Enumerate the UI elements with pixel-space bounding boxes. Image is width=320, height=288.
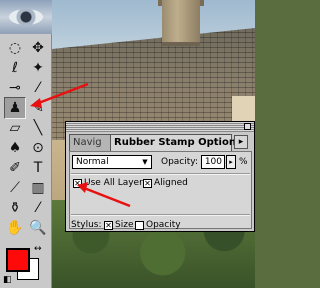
- toolbox-header[interactable]: [0, 0, 52, 34]
- paintbrush-icon: ⁄: [36, 80, 40, 96]
- foreground-color-swatch[interactable]: [6, 248, 30, 272]
- eyedropper-icon: ⁄: [36, 200, 40, 216]
- stylus-opacity-label: Opacity: [146, 220, 181, 230]
- palette-menu-button[interactable]: ▸: [234, 135, 248, 149]
- stylus-size-label: Size: [115, 220, 134, 230]
- rubber-stamp-icon: ♟: [8, 100, 22, 116]
- default-colors-icon[interactable]: ◧: [3, 275, 12, 285]
- line-icon: ╲: [33, 120, 43, 136]
- palette-close-button[interactable]: [244, 123, 251, 130]
- tab-rubber-stamp-options[interactable]: Rubber Stamp Options: [110, 134, 242, 151]
- stylus-size-checkbox[interactable]: ✕: [104, 221, 113, 230]
- zoom-tool[interactable]: 🔍: [27, 217, 49, 239]
- magic-wand-tool[interactable]: ✦: [27, 57, 49, 79]
- stylus-label: Stylus:: [71, 220, 102, 230]
- line-tool[interactable]: ╲: [27, 117, 49, 139]
- marquee-tool[interactable]: ◌: [4, 37, 26, 59]
- paint-bucket-icon: ⚱: [9, 200, 21, 216]
- hand-icon: ✋: [6, 220, 24, 236]
- toolbox: ◌ ✥ ℓ ✦ ⊸ ⁄ ♟ ✎ ▱ ╲ ♠ ⊙ ✐ T ⟋ ▥ ⚱ ⁄ ✋ 🔍 ↔ ◧: [0, 0, 52, 288]
- opacity-input[interactable]: 100: [201, 155, 225, 169]
- divider: [71, 173, 250, 175]
- pen-icon: ♠: [8, 140, 22, 156]
- hand-tool[interactable]: ✋: [4, 217, 26, 239]
- aligned-checkbox[interactable]: ✕: [143, 179, 152, 188]
- airbrush-icon: ⊸: [9, 80, 21, 96]
- dropdown-arrow-icon: ▼: [142, 158, 148, 166]
- swap-colors-icon[interactable]: ↔: [34, 244, 42, 254]
- rubber-stamp-options-palette: Navig Rubber Stamp Options ▸ Normal ▼ Op…: [65, 121, 255, 232]
- eye-icon: [9, 9, 43, 25]
- move-tool[interactable]: ✥: [27, 37, 49, 59]
- blend-mode-select[interactable]: Normal ▼: [72, 155, 152, 169]
- blend-mode-value: Normal: [76, 157, 109, 167]
- menu-arrow-icon: ▸: [238, 137, 244, 147]
- lasso-tool[interactable]: ℓ: [4, 57, 26, 79]
- type-tool[interactable]: T: [27, 157, 49, 179]
- lasso-icon: ℓ: [12, 60, 18, 76]
- pen-tool[interactable]: ♠: [4, 137, 26, 159]
- smudge-icon: ✎: [32, 100, 44, 116]
- stylus-opacity-checkbox[interactable]: [135, 221, 144, 230]
- dodge-icon: ⊙: [32, 140, 44, 156]
- measure-icon: ⟋: [10, 180, 20, 196]
- aligned-label: Aligned: [154, 178, 188, 188]
- rubber-stamp-tool[interactable]: ♟: [4, 97, 26, 119]
- magic-wand-icon: ✦: [32, 60, 44, 76]
- paint-bucket-tool[interactable]: ⚱: [4, 197, 26, 219]
- opacity-label: Opacity:: [161, 157, 198, 167]
- marquee-icon: ◌: [8, 40, 22, 56]
- smudge-tool[interactable]: ✎: [27, 97, 49, 119]
- eyedropper-tool[interactable]: ⁄: [27, 197, 49, 219]
- tab-navigator[interactable]: Navig: [69, 134, 111, 151]
- airbrush-tool[interactable]: ⊸: [4, 77, 26, 99]
- move-icon: ✥: [32, 40, 44, 56]
- measure-tool[interactable]: ⟋: [4, 177, 26, 199]
- paintbrush-tool[interactable]: ⁄: [27, 77, 49, 99]
- gradient-icon: ▥: [31, 180, 45, 196]
- type-icon: T: [33, 160, 43, 176]
- opacity-percent: %: [239, 157, 248, 167]
- gradient-tool[interactable]: ▥: [27, 177, 49, 199]
- eraser-tool[interactable]: ▱: [4, 117, 26, 139]
- chimney: [162, 0, 200, 46]
- zoom-icon: 🔍: [29, 220, 47, 236]
- pencil-icon: ✐: [9, 160, 21, 176]
- dodge-tool[interactable]: ⊙: [27, 137, 49, 159]
- use-all-layers-label: Use All Layers: [84, 178, 148, 188]
- eraser-icon: ▱: [9, 120, 21, 136]
- pencil-tool[interactable]: ✐: [4, 157, 26, 179]
- divider: [71, 214, 250, 216]
- opacity-slider-button[interactable]: ▸: [226, 155, 236, 169]
- palette-title-bar[interactable]: [66, 122, 254, 132]
- use-all-layers-checkbox[interactable]: ✕: [73, 179, 82, 188]
